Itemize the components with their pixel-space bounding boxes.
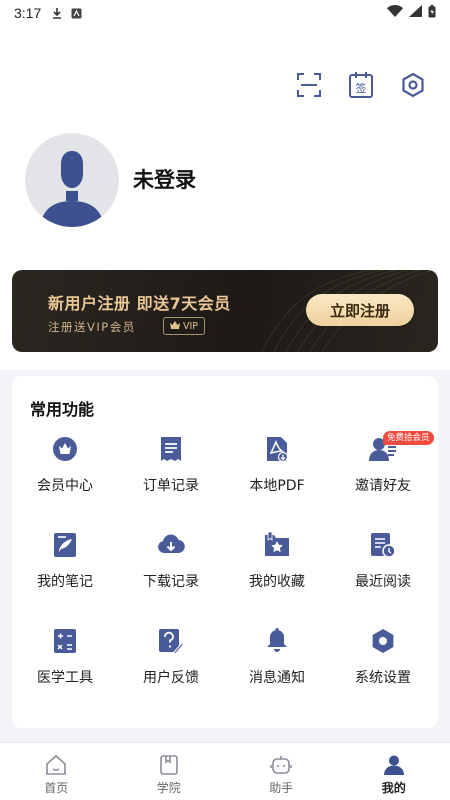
func-recent-reading[interactable]: 最近阅读 (330, 524, 436, 612)
func-label: 本地PDF (249, 478, 305, 494)
signal-icon (409, 5, 422, 21)
func-system-settings[interactable]: 系统设置 (330, 620, 436, 708)
func-member-center[interactable]: 会员中心 (12, 428, 118, 516)
avatar[interactable] (25, 133, 119, 227)
home-icon (44, 753, 68, 777)
login-status[interactable]: 未登录 (133, 164, 196, 194)
favorite-icon (262, 530, 292, 560)
vip-badge: VIP (163, 317, 206, 335)
bell-icon (262, 626, 292, 656)
register-button[interactable]: 立即注册 (306, 294, 414, 326)
nav-academy[interactable]: 学院 (113, 743, 226, 800)
status-bar: 3:17 (0, 0, 450, 26)
order-icon (156, 434, 186, 464)
vip-promo-banner[interactable]: 新用户注册 即送7天会员 注册送VIP会员 VIP 立即注册 (12, 270, 438, 352)
func-my-favorites[interactable]: 我的收藏 (224, 524, 330, 612)
common-functions-card: 常用功能 会员中心 订单记录 本地PDF 邀请好友 我的笔记 下载记录 我的收藏… (12, 376, 438, 728)
crown-icon (50, 434, 80, 464)
academy-icon (157, 753, 181, 777)
functions-title: 常用功能 (30, 400, 95, 419)
invite-free-badge: 免费拾会员 (383, 431, 434, 445)
func-order-records[interactable]: 订单记录 (118, 428, 224, 516)
func-medical-tools[interactable]: 医学工具 (12, 620, 118, 708)
wifi-icon (387, 5, 403, 21)
feedback-icon (156, 626, 186, 656)
func-download-records[interactable]: 下载记录 (118, 524, 224, 612)
settings-icon[interactable] (398, 70, 428, 100)
func-label: 下载记录 (143, 574, 199, 590)
crown-icon (170, 320, 180, 332)
calculator-icon (50, 626, 80, 656)
battery-icon (428, 4, 436, 22)
vip-badge-label: VIP (183, 320, 199, 332)
scan-icon[interactable] (294, 70, 324, 100)
sign-label: 签 (356, 81, 367, 95)
status-time: 3:17 (14, 5, 42, 21)
vip-banner-subtitle: 注册送VIP会员 (48, 320, 136, 334)
func-label: 系统设置 (355, 670, 411, 686)
nav-label: 我的 (381, 781, 406, 795)
profile-icon (382, 753, 406, 777)
nav-label: 首页 (44, 781, 69, 795)
note-icon (50, 530, 80, 560)
recent-reading-icon (368, 530, 398, 560)
assistant-icon (269, 753, 293, 777)
func-label: 订单记录 (143, 478, 199, 494)
func-local-pdf[interactable]: 本地PDF (224, 428, 330, 516)
nav-profile[interactable]: 我的 (338, 743, 450, 800)
download-icon (156, 530, 186, 560)
nav-label: 学院 (156, 781, 181, 795)
sign-in-icon[interactable]: 签 (346, 70, 376, 100)
vip-banner-title: 新用户注册 即送7天会员 (48, 294, 231, 313)
func-label: 邀请好友 (355, 478, 411, 494)
nav-assistant[interactable]: 助手 (225, 743, 338, 800)
func-message-notifications[interactable]: 消息通知 (224, 620, 330, 708)
func-user-feedback[interactable]: 用户反馈 (118, 620, 224, 708)
status-right-icons (387, 4, 436, 22)
func-label: 医学工具 (37, 670, 93, 686)
func-label: 我的笔记 (37, 574, 93, 590)
nav-home[interactable]: 首页 (0, 743, 113, 800)
bottom-nav: 首页 学院 助手 我的 (0, 742, 450, 800)
nav-label: 助手 (269, 781, 294, 795)
download-status-icon (51, 7, 63, 19)
func-label: 我的收藏 (249, 574, 305, 590)
func-my-notes[interactable]: 我的笔记 (12, 524, 118, 612)
func-label: 用户反馈 (143, 670, 199, 686)
func-label: 消息通知 (249, 670, 305, 686)
settings-icon (368, 626, 398, 656)
func-label: 会员中心 (37, 478, 93, 494)
notification-status-icon (71, 8, 82, 19)
pdf-icon (262, 434, 292, 464)
func-label: 最近阅读 (355, 574, 411, 590)
header-actions: 签 (294, 70, 428, 100)
